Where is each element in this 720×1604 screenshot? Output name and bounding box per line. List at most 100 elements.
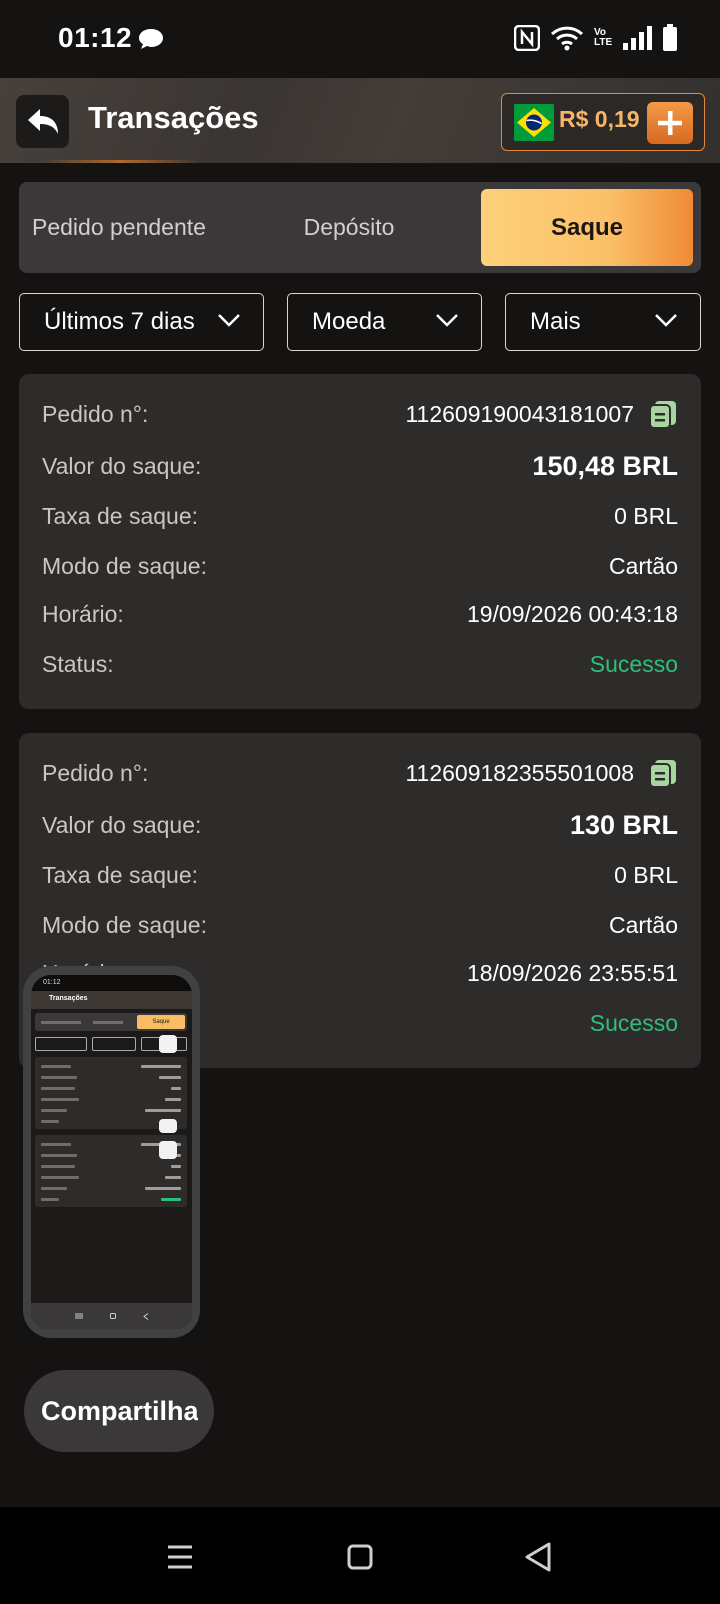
copy-icon[interactable] bbox=[648, 399, 678, 429]
system-nav-bar bbox=[0, 1507, 720, 1604]
status-time: 01:12 bbox=[58, 22, 133, 53]
preview-line bbox=[41, 1187, 67, 1190]
time-value: 18/09/2026 23:55:51 bbox=[466, 959, 678, 986]
preview-line bbox=[171, 1165, 181, 1168]
fee-value: 0 BRL bbox=[614, 502, 678, 529]
currency-label: Moeda bbox=[312, 308, 386, 335]
preview-screen: 01:12 Transações Saque bbox=[31, 975, 192, 1329]
preview-tabs: Saque bbox=[35, 1013, 187, 1031]
preview-tab-selected: Saque bbox=[137, 1015, 185, 1029]
preview-nav bbox=[31, 1303, 192, 1329]
chevron-down-icon bbox=[655, 314, 677, 327]
more-filters-dropdown[interactable]: Mais bbox=[505, 293, 701, 351]
mode-value: Cartão bbox=[608, 552, 678, 579]
app-header: Transações R$ 0,19 bbox=[0, 78, 720, 163]
status-label: Status: bbox=[42, 650, 114, 677]
order-label: Pedido n°: bbox=[42, 759, 149, 786]
screenshot-preview[interactable]: 01:12 Transações Saque bbox=[23, 966, 200, 1338]
preview-line bbox=[41, 1143, 71, 1146]
date-range-label: Últimos 7 dias bbox=[44, 308, 195, 335]
share-button-label: Compartilhar bbox=[41, 1395, 198, 1426]
order-row: Pedido n°: 112609190043181007 bbox=[42, 394, 678, 434]
time-value: 19/09/2026 00:43:18 bbox=[466, 600, 678, 627]
back-button[interactable] bbox=[16, 95, 69, 148]
preview-line bbox=[41, 1120, 59, 1123]
page-title: Transações bbox=[88, 100, 259, 135]
preview-line bbox=[165, 1176, 181, 1179]
preview-sound-icon[interactable] bbox=[159, 1119, 177, 1133]
mode-row: Modo de saque: Cartão bbox=[42, 546, 678, 586]
preview-line bbox=[145, 1187, 181, 1190]
currency-dropdown[interactable]: Moeda bbox=[287, 293, 482, 351]
preview-line bbox=[41, 1076, 77, 1079]
chevron-down-icon bbox=[218, 314, 240, 327]
order-value: 112609190043181007 bbox=[405, 399, 678, 429]
time-label: Horário: bbox=[42, 600, 124, 627]
copy-icon[interactable] bbox=[648, 758, 678, 788]
status-badge: Sucesso bbox=[589, 650, 678, 677]
tab-withdraw[interactable]: Saque bbox=[481, 189, 693, 266]
order-row: Pedido n°: 112609182355501008 bbox=[42, 753, 678, 793]
mode-value: Cartão bbox=[608, 911, 678, 938]
chevron-down-icon bbox=[436, 314, 458, 327]
amount-value: 130 BRL bbox=[569, 809, 678, 840]
balance-widget[interactable]: R$ 0,19 bbox=[501, 93, 705, 151]
preview-bell-icon[interactable] bbox=[159, 1035, 177, 1053]
menu-icon[interactable] bbox=[162, 1539, 198, 1575]
status-badge: Sucesso bbox=[589, 1009, 678, 1036]
preview-line bbox=[41, 1165, 75, 1168]
time-row: Horário: 19/09/2026 00:43:18 bbox=[42, 594, 678, 634]
preview-line bbox=[41, 1198, 59, 1201]
preview-line bbox=[165, 1098, 181, 1101]
brazil-flag-icon bbox=[514, 104, 554, 141]
preview-line bbox=[161, 1198, 181, 1201]
chat-bubble-icon bbox=[139, 29, 163, 49]
more-label: Mais bbox=[530, 308, 581, 335]
share-button[interactable]: Compartilhar bbox=[24, 1370, 214, 1452]
add-funds-button[interactable] bbox=[647, 102, 693, 144]
mode-label: Modo de saque: bbox=[42, 552, 207, 579]
mode-row: Modo de saque: Cartão bbox=[42, 905, 678, 945]
preview-home-icon bbox=[109, 1313, 116, 1319]
balance-amount: R$ 0,19 bbox=[559, 106, 640, 132]
status-row: Status: Sucesso bbox=[42, 644, 678, 684]
preview-line bbox=[145, 1109, 181, 1112]
order-label: Pedido n°: bbox=[42, 400, 149, 427]
transaction-tabs: Pedido pendente Depósito Saque bbox=[19, 182, 701, 273]
amount-label: Valor do saque: bbox=[42, 811, 202, 838]
tab-pending-order[interactable]: Pedido pendente bbox=[27, 189, 238, 266]
preview-line bbox=[41, 1154, 77, 1157]
preview-line bbox=[171, 1087, 181, 1090]
preview-menu-icon bbox=[74, 1313, 83, 1319]
preview-line bbox=[41, 1109, 67, 1112]
preview-title: Transações bbox=[31, 991, 192, 1009]
preview-tab bbox=[41, 1021, 81, 1024]
preview-more-icon[interactable] bbox=[159, 1141, 177, 1159]
transaction-card: Pedido n°: 112609190043181007 Valor do s… bbox=[19, 374, 701, 709]
tab-deposit[interactable]: Depósito bbox=[249, 189, 449, 266]
preview-tab bbox=[93, 1021, 123, 1024]
back-triangle-icon[interactable] bbox=[520, 1539, 556, 1575]
amount-row: Valor do saque: 130 BRL bbox=[42, 805, 678, 845]
preview-line bbox=[159, 1076, 181, 1079]
amount-label: Valor do saque: bbox=[42, 452, 202, 479]
order-value: 112609182355501008 bbox=[405, 758, 678, 788]
fee-value: 0 BRL bbox=[614, 861, 678, 888]
preview-status-time: 01:12 bbox=[31, 975, 192, 991]
fee-row: Taxa de saque: 0 BRL bbox=[42, 855, 678, 895]
preview-line bbox=[141, 1065, 181, 1068]
header-divider bbox=[40, 160, 200, 163]
preview-line bbox=[41, 1065, 71, 1068]
date-range-dropdown[interactable]: Últimos 7 dias bbox=[19, 293, 264, 351]
back-arrow-icon bbox=[27, 108, 58, 134]
fee-label: Taxa de saque: bbox=[42, 502, 199, 529]
fee-row: Taxa de saque: 0 BRL bbox=[42, 496, 678, 536]
amount-row: Valor do saque: 150,48 BRL bbox=[42, 446, 678, 486]
wifi-icon bbox=[550, 26, 584, 51]
home-square-icon[interactable] bbox=[342, 1539, 378, 1575]
preview-filter bbox=[92, 1037, 136, 1051]
preview-line bbox=[41, 1176, 79, 1179]
preview-filter bbox=[35, 1037, 87, 1051]
nfc-icon bbox=[514, 25, 540, 51]
order-number: 112609190043181007 bbox=[405, 400, 634, 427]
